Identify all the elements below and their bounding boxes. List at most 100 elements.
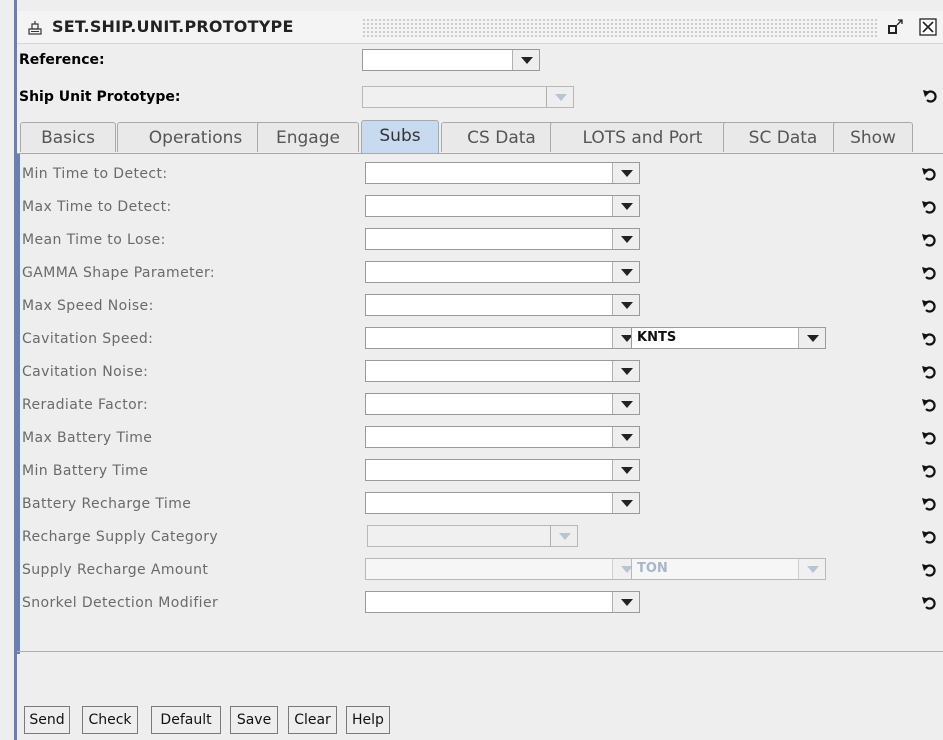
clear-button[interactable]: Clear: [288, 706, 337, 734]
window: SET.SHIP.UNIT.PROTOTYPE Reference: Ship …: [0, 0, 943, 740]
min-battery-time-combo[interactable]: [365, 459, 640, 481]
max-speed-noise-combo[interactable]: [365, 294, 640, 316]
field-row-max-speed-noise: Max Speed Noise:: [17, 290, 943, 323]
field-row-reradiate-factor: Reradiate Factor:: [17, 389, 943, 422]
unit-value: KNTS: [637, 330, 677, 345]
undo-icon[interactable]: [921, 595, 937, 611]
undo-icon[interactable]: [921, 430, 937, 446]
field-label: Cavitation Noise:: [22, 364, 149, 380]
chevron-down-icon[interactable]: [612, 427, 639, 447]
field-label: Snorkel Detection Modifier: [22, 595, 219, 611]
undo-icon[interactable]: [921, 364, 937, 380]
field-row-recharge-supply-category: Recharge Supply Category: [17, 521, 943, 554]
chevron-down-icon[interactable]: [612, 163, 639, 183]
undo-icon[interactable]: [921, 562, 937, 578]
chevron-down-icon[interactable]: [798, 328, 825, 348]
tab-cs-data[interactable]: CS Data: [441, 122, 562, 152]
tab-sc-data[interactable]: SC Data: [723, 122, 843, 152]
unit-value: TON: [637, 561, 668, 576]
window-title: SET.SHIP.UNIT.PROTOTYPE: [52, 17, 294, 36]
supply-recharge-amount-unit-combo[interactable]: TON: [631, 558, 826, 580]
default-button[interactable]: Default: [151, 706, 221, 734]
chevron-down-icon[interactable]: [612, 592, 639, 612]
help-button[interactable]: Help: [346, 706, 390, 734]
chevron-down-icon[interactable]: [550, 526, 577, 546]
subs-panel: Min Time to Detect: Max Time to Detect: …: [17, 153, 943, 690]
battery-recharge-time-combo[interactable]: [365, 492, 640, 514]
tab-engage[interactable]: Engage: [257, 122, 359, 152]
cavitation-speed-unit-combo[interactable]: KNTS: [631, 327, 826, 349]
undo-icon[interactable]: [922, 88, 938, 104]
title-bar-grip: [362, 18, 877, 38]
field-label: Max Battery Time: [22, 430, 153, 446]
undo-icon[interactable]: [921, 298, 937, 314]
field-label: Reradiate Factor:: [22, 397, 149, 413]
chevron-down-icon[interactable]: [612, 493, 639, 513]
field-row-min-battery-time: Min Battery Time: [17, 455, 943, 488]
field-row-min-time-to-detect: Min Time to Detect:: [17, 158, 943, 191]
undo-icon[interactable]: [921, 463, 937, 479]
reference-label: Reference:: [19, 52, 105, 68]
chevron-down-icon[interactable]: [512, 50, 539, 70]
chevron-down-icon[interactable]: [612, 361, 639, 381]
title-bar[interactable]: SET.SHIP.UNIT.PROTOTYPE: [17, 11, 943, 44]
tab-subs[interactable]: Subs: [361, 120, 439, 153]
field-label: Cavitation Speed:: [22, 331, 154, 347]
supply-recharge-amount-combo[interactable]: [365, 558, 640, 580]
field-label: Supply Recharge Amount: [22, 562, 209, 578]
field-row-snorkel-detection-modifier: Snorkel Detection Modifier: [17, 587, 943, 620]
undo-icon[interactable]: [921, 397, 937, 413]
reference-combo[interactable]: [362, 49, 540, 71]
undo-icon[interactable]: [921, 265, 937, 281]
prototype-combo[interactable]: [362, 86, 574, 108]
field-label: Mean Time to Lose:: [22, 232, 166, 248]
field-label: Battery Recharge Time: [22, 496, 192, 512]
tab-basics[interactable]: Basics: [20, 122, 116, 152]
check-button[interactable]: Check: [82, 706, 138, 734]
mean-time-to-lose-combo[interactable]: [365, 228, 640, 250]
prototype-label: Ship Unit Prototype:: [19, 89, 181, 105]
tab-show[interactable]: Show: [833, 122, 913, 152]
tab-operations[interactable]: Operations: [117, 122, 274, 152]
undo-icon[interactable]: [921, 496, 937, 512]
restore-icon[interactable]: [887, 18, 905, 36]
chevron-down-icon[interactable]: [612, 196, 639, 216]
chevron-down-icon[interactable]: [612, 295, 639, 315]
field-label: GAMMA Shape Parameter:: [22, 265, 216, 281]
max-time-to-detect-combo[interactable]: [365, 195, 640, 217]
field-label: Recharge Supply Category: [22, 529, 219, 545]
tab-lots-and-port[interactable]: LOTS and Port: [550, 122, 735, 152]
chevron-down-icon[interactable]: [612, 229, 639, 249]
chevron-down-icon[interactable]: [612, 394, 639, 414]
undo-icon[interactable]: [921, 232, 937, 248]
undo-icon[interactable]: [921, 331, 937, 347]
gamma-shape-parameter-combo[interactable]: [365, 261, 640, 283]
cavitation-noise-combo[interactable]: [365, 360, 640, 382]
field-label: Max Speed Noise:: [22, 298, 154, 314]
max-battery-time-combo[interactable]: [365, 426, 640, 448]
field-label: Min Battery Time: [22, 463, 149, 479]
field-row-max-time-to-detect: Max Time to Detect:: [17, 191, 943, 224]
chevron-down-icon[interactable]: [612, 460, 639, 480]
min-time-to-detect-combo[interactable]: [365, 162, 640, 184]
chevron-down-icon[interactable]: [546, 87, 573, 107]
undo-icon[interactable]: [921, 166, 937, 182]
cavitation-speed-combo[interactable]: [365, 327, 640, 349]
reradiate-factor-combo[interactable]: [365, 393, 640, 415]
save-button[interactable]: Save: [230, 706, 278, 734]
field-row-gamma-shape-parameter: GAMMA Shape Parameter:: [17, 257, 943, 290]
undo-icon[interactable]: [921, 529, 937, 545]
panel-divider: [17, 651, 943, 652]
field-label: Min Time to Detect:: [22, 166, 168, 182]
recharge-supply-category-combo[interactable]: [367, 525, 578, 547]
send-button[interactable]: Send: [24, 706, 70, 734]
chevron-down-icon[interactable]: [612, 262, 639, 282]
chevron-down-icon[interactable]: [798, 559, 825, 579]
undo-icon[interactable]: [921, 199, 937, 215]
field-label: Max Time to Detect:: [22, 199, 172, 215]
app-icon: [28, 21, 42, 35]
field-row-max-battery-time: Max Battery Time: [17, 422, 943, 455]
snorkel-detection-modifier-combo[interactable]: [365, 591, 640, 613]
close-icon[interactable]: [919, 18, 937, 36]
field-row-supply-recharge-amount: Supply Recharge Amount TON: [17, 554, 943, 587]
